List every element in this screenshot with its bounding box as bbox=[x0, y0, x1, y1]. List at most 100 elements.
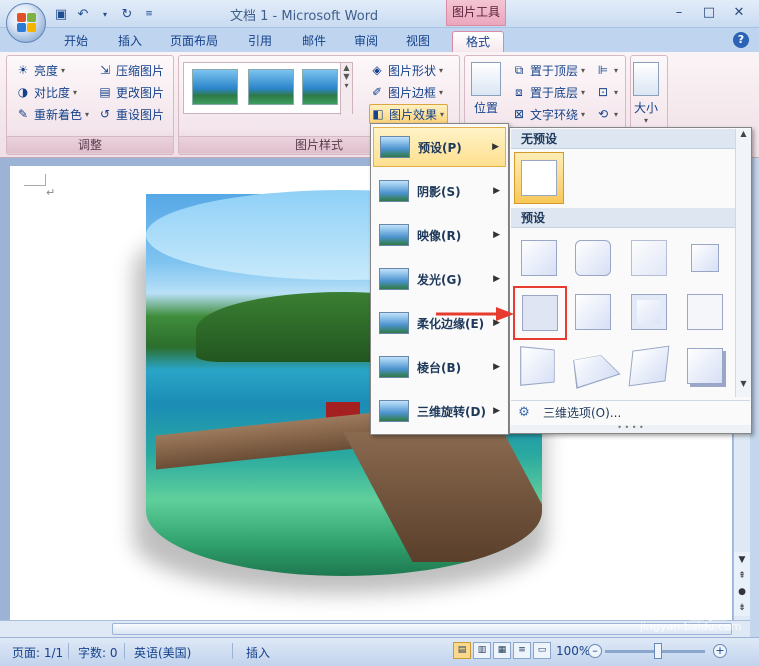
web-layout-icon[interactable]: ▦ bbox=[493, 642, 511, 659]
dropdown-icon[interactable]: ▾ bbox=[96, 5, 114, 23]
submenu-arrow-icon: ▶ bbox=[493, 230, 500, 240]
send-to-back-button[interactable]: ⧈ 置于底层 ▾ bbox=[511, 82, 585, 102]
tab-home[interactable]: 开始 bbox=[56, 31, 96, 52]
tab-mailings[interactable]: 邮件 bbox=[294, 31, 334, 52]
insert-mode[interactable]: 插入 bbox=[246, 644, 270, 661]
draft-icon[interactable]: ▭ bbox=[533, 642, 551, 659]
text-wrap-button[interactable]: ⊠ 文字环绕 ▾ bbox=[511, 104, 585, 124]
red-pointer-arrow-icon bbox=[436, 307, 514, 321]
style-thumbnail[interactable] bbox=[248, 69, 294, 105]
prev-page-icon[interactable]: ⇞ bbox=[734, 568, 750, 584]
resize-grip-icon[interactable]: • • • • bbox=[510, 424, 751, 433]
effects-menu-item-shadow[interactable]: 阴影(S) ▶ bbox=[373, 171, 506, 211]
preset-thumb bbox=[631, 294, 667, 330]
tab-references[interactable]: 引用 bbox=[240, 31, 280, 52]
picture-shape-button[interactable]: ◈ 图片形状 ▾ bbox=[369, 60, 443, 80]
group-icon: ⊡ bbox=[597, 85, 609, 99]
compress-pictures-button[interactable]: ⇲ 压缩图片 bbox=[97, 60, 164, 80]
effects-menu-item-glow[interactable]: 发光(G) ▶ bbox=[373, 259, 506, 299]
style-thumbnail[interactable] bbox=[192, 69, 238, 105]
page-count[interactable]: 页面: 1/1 bbox=[12, 644, 63, 661]
brightness-button[interactable]: ☀ 亮度 ▾ bbox=[15, 60, 65, 80]
contrast-button[interactable]: ◑ 对比度 ▾ bbox=[15, 82, 77, 102]
redo-icon[interactable]: ↻ bbox=[118, 5, 136, 23]
soft-edges-thumb-icon bbox=[379, 312, 409, 334]
preset-option[interactable] bbox=[571, 344, 621, 389]
3d-options-icon: ⚙ bbox=[518, 405, 530, 420]
picture-tools-context-title: 图片工具 bbox=[446, 0, 506, 26]
preset-thumb bbox=[520, 346, 555, 386]
preset-option[interactable] bbox=[627, 236, 671, 280]
recolor-label: 重新着色 bbox=[34, 107, 83, 122]
reset-picture-button[interactable]: ↺ 重设图片 bbox=[97, 104, 164, 124]
preset-option[interactable] bbox=[683, 344, 727, 388]
tab-page-layout[interactable]: 页面布局 bbox=[164, 31, 224, 52]
preset-scrollbar[interactable]: ▲ ▼ bbox=[735, 129, 751, 397]
effects-menu-item-bevel[interactable]: 棱台(B) ▶ bbox=[373, 347, 506, 387]
picture-effects-button[interactable]: ◧ 图片效果 ▾ bbox=[369, 104, 449, 124]
preset-option-highlighted[interactable] bbox=[513, 286, 567, 340]
preset-option[interactable] bbox=[683, 290, 727, 334]
language-status[interactable]: 英语(美国) bbox=[134, 644, 191, 661]
effects-menu-item-preset[interactable]: 预设(P) ▶ bbox=[373, 127, 506, 167]
picture-border-button[interactable]: ✐ 图片边框 ▾ bbox=[369, 82, 443, 102]
align-button[interactable]: ⊫ ▾ bbox=[595, 60, 618, 80]
preset-option[interactable] bbox=[683, 236, 727, 280]
office-button[interactable] bbox=[6, 3, 46, 43]
print-layout-icon[interactable]: ▤ bbox=[453, 642, 471, 659]
outline-icon[interactable]: ≡ bbox=[513, 642, 531, 659]
3d-options-item[interactable]: ⚙ 三维选项(O)... bbox=[511, 400, 750, 424]
next-page-icon[interactable]: ⇟ bbox=[734, 600, 750, 616]
shadow-thumb-icon bbox=[379, 180, 409, 202]
tab-review[interactable]: 审阅 bbox=[346, 31, 386, 52]
preset-option[interactable] bbox=[627, 290, 671, 334]
recolor-button[interactable]: ✎ 重新着色 ▾ bbox=[15, 104, 89, 124]
scroll-down-icon[interactable]: ▼ bbox=[736, 379, 751, 393]
tab-format[interactable]: 格式 bbox=[452, 31, 504, 52]
bring-to-front-button[interactable]: ⧉ 置于顶层 ▾ bbox=[511, 60, 585, 80]
scroll-down-icon[interactable]: ▼ bbox=[734, 552, 750, 568]
zoom-out-icon[interactable]: – bbox=[588, 644, 602, 658]
effects-menu-item-reflection[interactable]: 映像(R) ▶ bbox=[373, 215, 506, 255]
scroll-up-icon[interactable]: ▲ bbox=[736, 129, 751, 143]
word-count[interactable]: 字数: 0 bbox=[78, 644, 118, 661]
preset-option[interactable] bbox=[627, 344, 671, 388]
preset-none-option[interactable] bbox=[514, 152, 564, 204]
tab-view[interactable]: 视图 bbox=[398, 31, 438, 52]
save-icon[interactable]: ▣ bbox=[52, 5, 70, 23]
submenu-arrow-icon: ▶ bbox=[493, 406, 500, 416]
effects-icon: ◧ bbox=[372, 107, 384, 121]
bring-front-icon: ⧉ bbox=[514, 62, 524, 77]
send-back-icon: ⧈ bbox=[515, 84, 523, 99]
preset-option[interactable] bbox=[571, 290, 615, 334]
help-icon[interactable]: ? bbox=[733, 32, 749, 48]
customize-qat-icon[interactable]: ≡ bbox=[140, 5, 158, 23]
minimize-icon[interactable]: – bbox=[665, 2, 693, 22]
effects-menu-item-3d-rotation[interactable]: 三维旋转(D) ▶ bbox=[373, 391, 506, 431]
undo-icon[interactable]: ↶ bbox=[74, 5, 92, 23]
position-button[interactable]: 位置 bbox=[471, 62, 501, 116]
maximize-icon[interactable]: □ bbox=[695, 2, 723, 22]
status-divider bbox=[68, 643, 69, 659]
gallery-scroll[interactable]: ▲ ▼ ▾ bbox=[340, 63, 352, 115]
size-icon bbox=[633, 62, 659, 96]
preset-option[interactable] bbox=[517, 236, 561, 280]
preset-option[interactable] bbox=[517, 344, 561, 388]
preset-thumb bbox=[573, 355, 621, 389]
close-icon[interactable]: ✕ bbox=[725, 2, 753, 22]
zoom-in-icon[interactable]: + bbox=[713, 644, 727, 658]
preset-thumb bbox=[691, 244, 719, 272]
group-objects-button[interactable]: ⊡ ▾ bbox=[595, 82, 618, 102]
rotate-icon: ⟲ bbox=[597, 107, 609, 121]
style-thumbnail[interactable] bbox=[302, 69, 338, 105]
size-button[interactable]: 大小 ▾ bbox=[633, 62, 659, 125]
browse-object-icon[interactable]: ● bbox=[734, 584, 750, 600]
bevel-thumb-icon bbox=[379, 356, 409, 378]
zoom-slider-thumb[interactable] bbox=[654, 643, 662, 659]
full-screen-reading-icon[interactable]: ▥ bbox=[473, 642, 491, 659]
zoom-level[interactable]: 100% bbox=[556, 644, 590, 658]
change-picture-button[interactable]: ▤ 更改图片 bbox=[97, 82, 164, 102]
tab-insert[interactable]: 插入 bbox=[110, 31, 150, 52]
preset-option[interactable] bbox=[571, 236, 615, 280]
rotate-button[interactable]: ⟲ ▾ bbox=[595, 104, 618, 124]
